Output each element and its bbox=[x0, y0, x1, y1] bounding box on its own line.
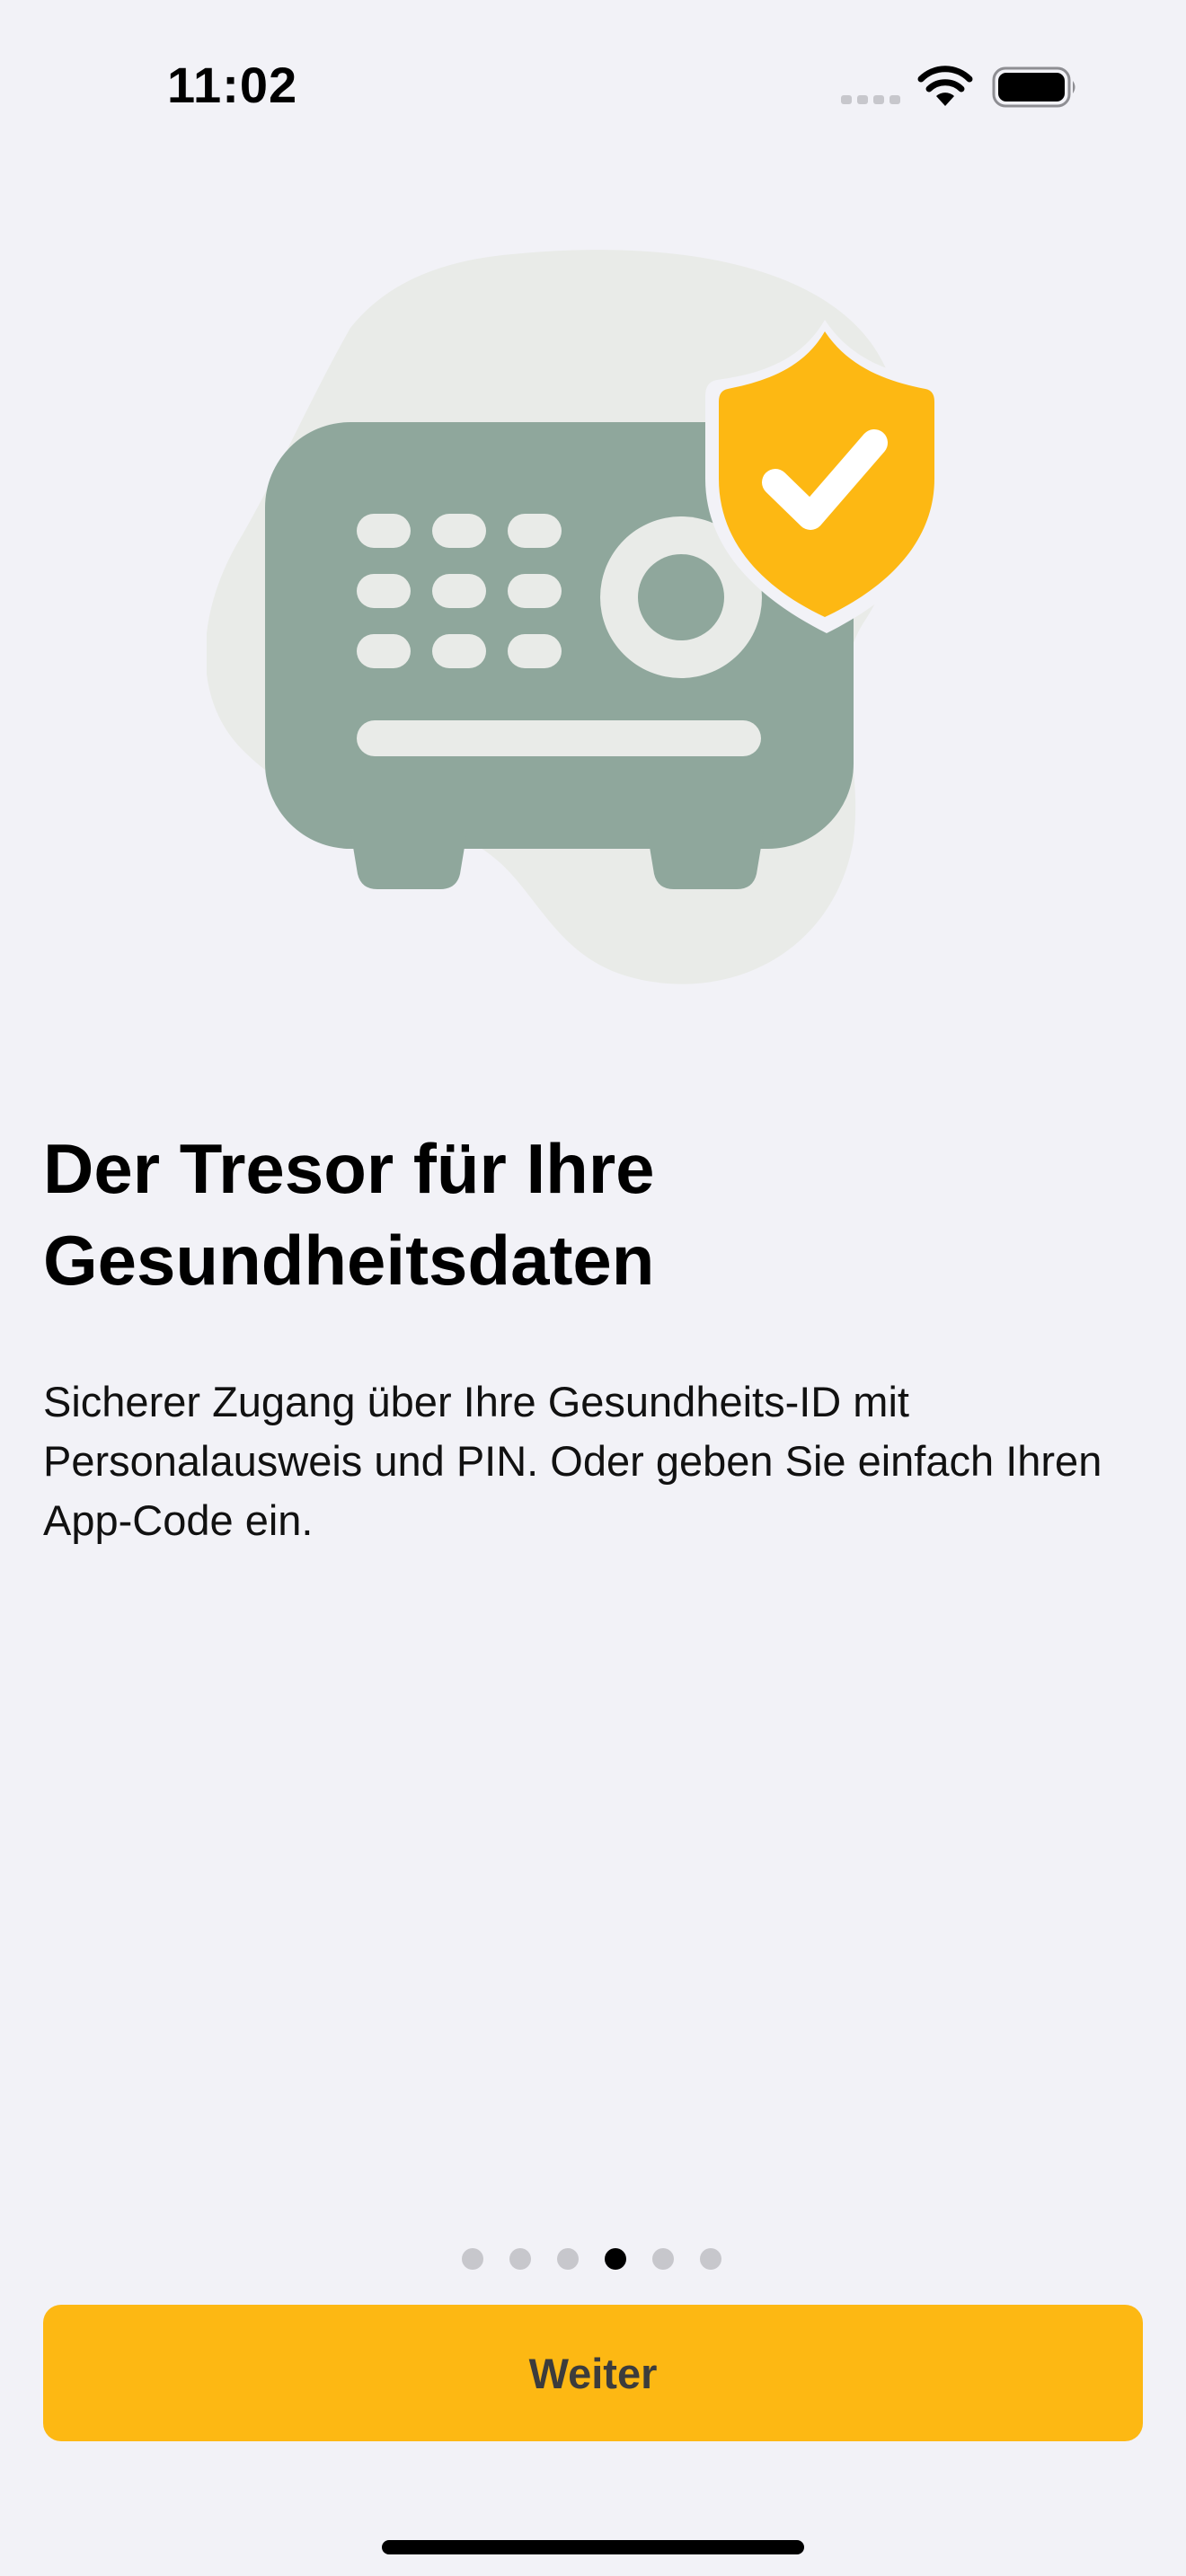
page-indicator[interactable] bbox=[462, 2247, 721, 2271]
status-time: 11:02 bbox=[167, 57, 298, 113]
page-dot-1[interactable] bbox=[462, 2248, 483, 2270]
battery-icon bbox=[992, 66, 1075, 108]
safe-shield-check-icon bbox=[207, 250, 948, 984]
page-dot-5[interactable] bbox=[652, 2248, 674, 2270]
safe-foot-right bbox=[647, 831, 764, 889]
safe-handle-bar bbox=[357, 720, 761, 756]
page-dot-6[interactable] bbox=[700, 2248, 721, 2270]
page-title: Der Tresor für Ihre Gesundheitsdaten bbox=[43, 1129, 655, 1300]
continue-button[interactable]: Weiter bbox=[43, 2305, 1143, 2441]
page-dot-2[interactable] bbox=[509, 2248, 531, 2270]
page-description: Sicherer Zugang über Ihre Gesundheits-ID… bbox=[43, 1378, 1102, 1544]
wifi-icon bbox=[917, 66, 973, 106]
home-indicator[interactable] bbox=[382, 2540, 804, 2554]
status-bar: 11:02 bbox=[0, 0, 1186, 171]
page-dot-3[interactable] bbox=[557, 2248, 579, 2270]
cellular-signal-icon bbox=[841, 95, 900, 104]
safe-keypad bbox=[357, 514, 562, 668]
page-dot-4-active[interactable] bbox=[605, 2248, 626, 2270]
safe-foot-left bbox=[350, 831, 467, 889]
